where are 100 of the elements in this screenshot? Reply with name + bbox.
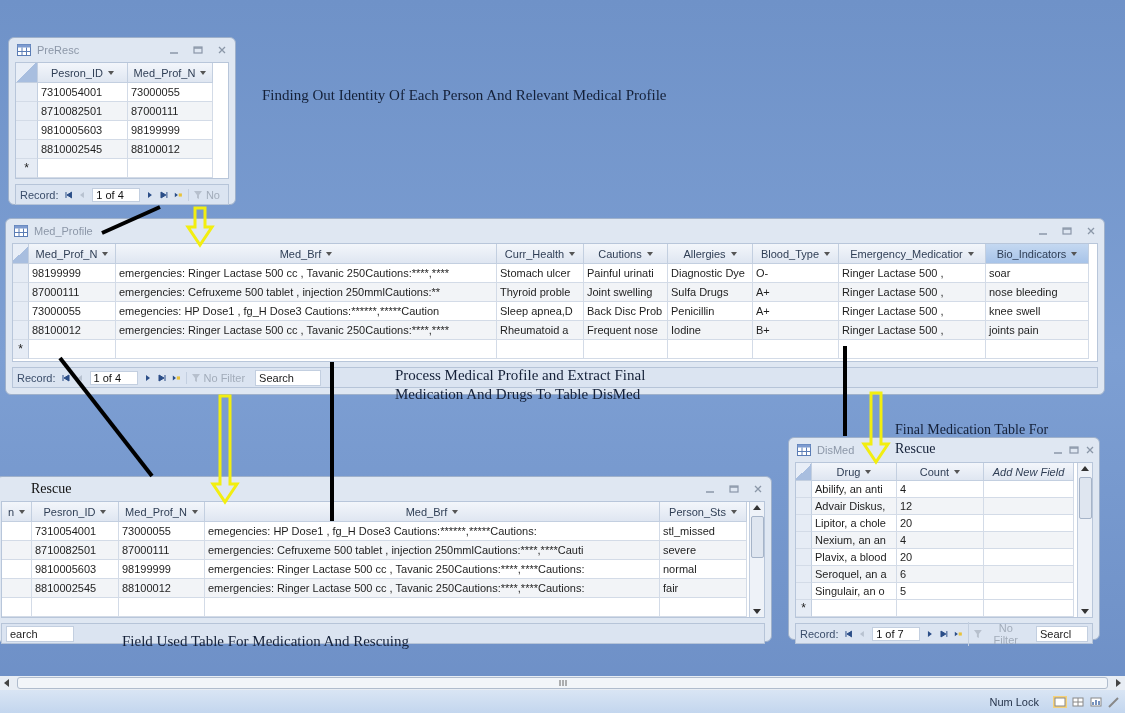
caret-icon[interactable] [102, 251, 109, 256]
scroll-thumb[interactable] [1078, 477, 1092, 519]
column-header[interactable]: Med_Brf [116, 244, 497, 264]
scroll-down-icon[interactable] [1081, 609, 1089, 614]
scroll-left-icon[interactable] [4, 679, 9, 687]
column-header[interactable]: Med_Prof_N [128, 63, 213, 83]
empty-cell[interactable] [753, 340, 839, 359]
empty-cell[interactable] [2, 598, 32, 617]
record-position-field[interactable]: 1 of 7 [872, 626, 921, 641]
row-selector[interactable] [16, 102, 38, 121]
empty-cell[interactable] [119, 598, 205, 617]
column-header[interactable]: Pesron_ID [32, 502, 119, 522]
first-record-icon[interactable] [844, 629, 853, 638]
column-header[interactable]: Count [897, 463, 984, 481]
column-header[interactable]: Person_Sts [660, 502, 747, 522]
empty-cell[interactable] [128, 159, 213, 178]
empty-cell[interactable] [984, 600, 1074, 617]
caret-icon[interactable] [452, 509, 459, 514]
column-header[interactable]: n [2, 502, 32, 522]
empty-cell[interactable] [497, 340, 584, 359]
row-selector[interactable] [13, 302, 29, 321]
column-header[interactable]: Add New Field [984, 463, 1074, 481]
maximize-icon[interactable] [1062, 226, 1072, 236]
search-field[interactable]: Search [255, 369, 322, 386]
row-selector[interactable] [796, 549, 812, 566]
caret-icon[interactable] [19, 509, 26, 514]
vertical-scrollbar[interactable] [1077, 463, 1092, 617]
first-record-icon[interactable] [64, 190, 73, 199]
empty-cell[interactable] [116, 340, 497, 359]
first-record-icon[interactable] [61, 373, 70, 382]
scroll-up-icon[interactable] [1081, 466, 1089, 471]
empty-cell[interactable] [668, 340, 753, 359]
row-selector[interactable] [13, 264, 29, 283]
scroll-down-icon[interactable] [753, 609, 761, 614]
caret-icon[interactable] [191, 509, 198, 514]
caret-icon[interactable] [954, 469, 961, 474]
last-record-icon[interactable] [940, 629, 948, 638]
next-record-icon[interactable] [143, 373, 152, 382]
new-record-icon[interactable] [171, 373, 180, 382]
vertical-scrollbar[interactable] [749, 502, 764, 617]
column-header[interactable]: Emergency_Medicatior [839, 244, 986, 264]
pivot-table-icon[interactable] [1071, 695, 1085, 708]
caret-icon[interactable] [730, 251, 737, 256]
close-icon[interactable] [753, 484, 763, 494]
caret-icon[interactable] [967, 251, 974, 256]
caret-icon[interactable] [646, 251, 653, 256]
new-record-icon[interactable] [953, 629, 962, 638]
select-all-corner[interactable] [13, 244, 29, 264]
empty-cell[interactable] [584, 340, 668, 359]
column-header[interactable]: Bio_Indicators [986, 244, 1089, 264]
caret-icon[interactable] [569, 251, 576, 256]
scroll-up-icon[interactable] [753, 505, 761, 510]
column-header[interactable]: Blood_Type [753, 244, 839, 264]
search-field[interactable]: Searcl [1036, 625, 1089, 642]
empty-cell[interactable] [986, 340, 1089, 359]
caret-icon[interactable] [200, 70, 207, 75]
caret-icon[interactable] [1071, 251, 1078, 256]
maximize-icon[interactable] [193, 45, 203, 55]
select-all-corner[interactable] [796, 463, 812, 481]
row-selector[interactable] [796, 583, 812, 600]
row-selector[interactable] [796, 498, 812, 515]
caret-icon[interactable] [326, 251, 333, 256]
row-selector[interactable] [16, 121, 38, 140]
close-icon[interactable] [1085, 445, 1095, 455]
empty-cell[interactable] [660, 598, 747, 617]
empty-cell[interactable] [839, 340, 986, 359]
row-selector[interactable] [16, 140, 38, 159]
maximize-icon[interactable] [1069, 445, 1079, 455]
last-record-icon[interactable] [157, 373, 166, 382]
record-position-field[interactable]: 1 of 4 [89, 370, 138, 385]
row-selector[interactable] [796, 515, 812, 532]
caret-icon[interactable] [865, 469, 872, 474]
column-header[interactable]: Med_Brf [205, 502, 660, 522]
record-position-field[interactable]: 1 of 4 [92, 187, 141, 202]
select-all-corner[interactable] [16, 63, 38, 83]
row-selector[interactable] [796, 532, 812, 549]
column-header[interactable]: Allergies [668, 244, 753, 264]
column-header[interactable]: Drug [812, 463, 897, 481]
close-icon[interactable] [1086, 226, 1096, 236]
row-selector[interactable] [13, 283, 29, 302]
scroll-right-icon[interactable] [1116, 679, 1121, 687]
search-field[interactable]: earch [6, 625, 74, 642]
row-selector[interactable] [16, 83, 38, 102]
close-icon[interactable] [217, 45, 227, 55]
maximize-icon[interactable] [729, 484, 739, 494]
column-header[interactable]: Cautions [584, 244, 668, 264]
caret-icon[interactable] [108, 70, 114, 75]
empty-cell[interactable] [205, 598, 660, 617]
caret-icon[interactable] [730, 509, 737, 514]
datasheet-view-icon[interactable] [1053, 695, 1067, 708]
horizontal-scrollbar[interactable] [0, 676, 1125, 690]
column-header[interactable]: Pesron_ID [38, 63, 128, 83]
caret-icon[interactable] [824, 251, 831, 256]
empty-cell[interactable] [897, 600, 984, 617]
pivot-chart-icon[interactable] [1089, 695, 1103, 708]
row-selector[interactable] [796, 481, 812, 498]
empty-cell[interactable] [32, 598, 119, 617]
row-selector[interactable] [13, 321, 29, 340]
last-record-icon[interactable] [160, 190, 169, 199]
column-header[interactable]: Med_Prof_N [29, 244, 116, 264]
